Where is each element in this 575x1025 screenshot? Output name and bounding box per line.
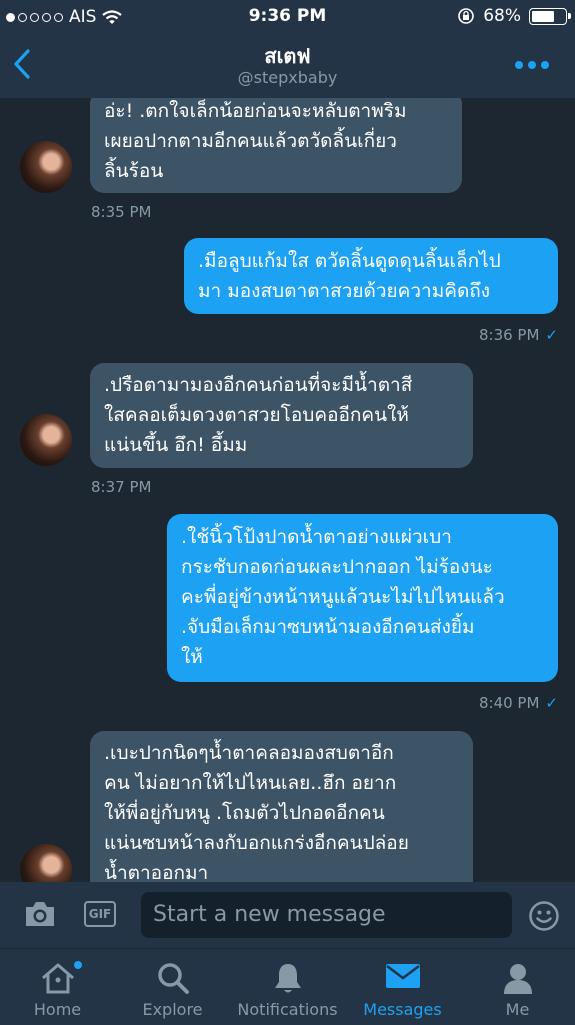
- tab-me[interactable]: Me: [460, 949, 575, 1025]
- rotation-lock-icon: [458, 8, 475, 24]
- check-icon: ✓: [545, 326, 558, 344]
- tab-label: Me: [505, 1000, 530, 1019]
- check-icon: ✓: [545, 694, 558, 712]
- battery-level: [532, 10, 554, 22]
- tab-explore[interactable]: Explore: [115, 949, 230, 1025]
- gif-button[interactable]: GIF: [84, 901, 116, 927]
- tab-messages[interactable]: Messages: [345, 949, 460, 1025]
- bell-icon: [274, 964, 301, 993]
- more-options-icon[interactable]: [515, 61, 549, 69]
- camera-icon[interactable]: [23, 899, 57, 929]
- incoming-message[interactable]: .ปรือตามามองอีกคนก่อนที่จะมีน้ำตาสี ใสคล…: [90, 363, 473, 468]
- timestamp-text: 8:40 PM: [478, 694, 540, 712]
- message-timestamp: 8:37 PM: [91, 478, 152, 496]
- conversation-header: สเตฟ @stepxbaby: [0, 34, 575, 98]
- home-icon: [41, 963, 74, 994]
- outgoing-message[interactable]: .ใช้นิ้วโป้งปาดน้ำตาอย่างแผ่วเบา กระชับก…: [167, 514, 558, 682]
- person-icon: [503, 964, 532, 994]
- tab-bar: Home Explore Notifications Messages Me: [0, 948, 575, 1025]
- message-timestamp: 8:36 PM ✓: [479, 326, 558, 344]
- battery-icon: [529, 7, 571, 25]
- outgoing-message[interactable]: .มือลูบแก้มใส ตวัดลิ้นดูดดุนลิ้นเล็กไป ม…: [184, 238, 558, 314]
- message-thread[interactable]: อ่ะ! .ตกใจเล็กน้อยก่อนจะหลับตาพริม เผยอป…: [0, 98, 575, 882]
- message-input[interactable]: Start a new message: [141, 892, 512, 938]
- conversation-handle: @stepxbaby: [237, 68, 338, 87]
- avatar[interactable]: [20, 844, 72, 882]
- tab-label: Messages: [363, 1000, 442, 1019]
- tab-home[interactable]: Home: [0, 949, 115, 1025]
- tab-label: Notifications: [237, 1000, 338, 1019]
- avatar[interactable]: [20, 141, 72, 193]
- message-timestamp: 8:35 PM: [91, 203, 152, 221]
- envelope-icon: [385, 964, 420, 988]
- search-icon: [157, 963, 189, 994]
- message-timestamp: 8:40 PM ✓: [479, 694, 558, 712]
- tab-notifications[interactable]: Notifications: [230, 949, 345, 1025]
- tab-label: Home: [33, 1000, 82, 1019]
- message-composer: GIF Start a new message: [0, 882, 575, 948]
- tab-label: Explore: [142, 1000, 203, 1019]
- emoji-icon[interactable]: [528, 900, 560, 932]
- avatar[interactable]: [20, 414, 72, 466]
- new-content-dot: [74, 961, 82, 969]
- incoming-message[interactable]: .เบะปากนิดๆน้ำตาคลอมองสบตาอีก คน ไม่อยาก…: [90, 731, 473, 882]
- incoming-message[interactable]: อ่ะ! .ตกใจเล็กน้อยก่อนจะหลับตาพริม เผยอป…: [90, 98, 462, 193]
- status-right: 68%: [457, 6, 571, 26]
- battery-percent: 68%: [483, 6, 521, 26]
- timestamp-text: 8:36 PM: [478, 326, 540, 344]
- status-bar: AIS 9:36 PM 68%: [0, 0, 575, 34]
